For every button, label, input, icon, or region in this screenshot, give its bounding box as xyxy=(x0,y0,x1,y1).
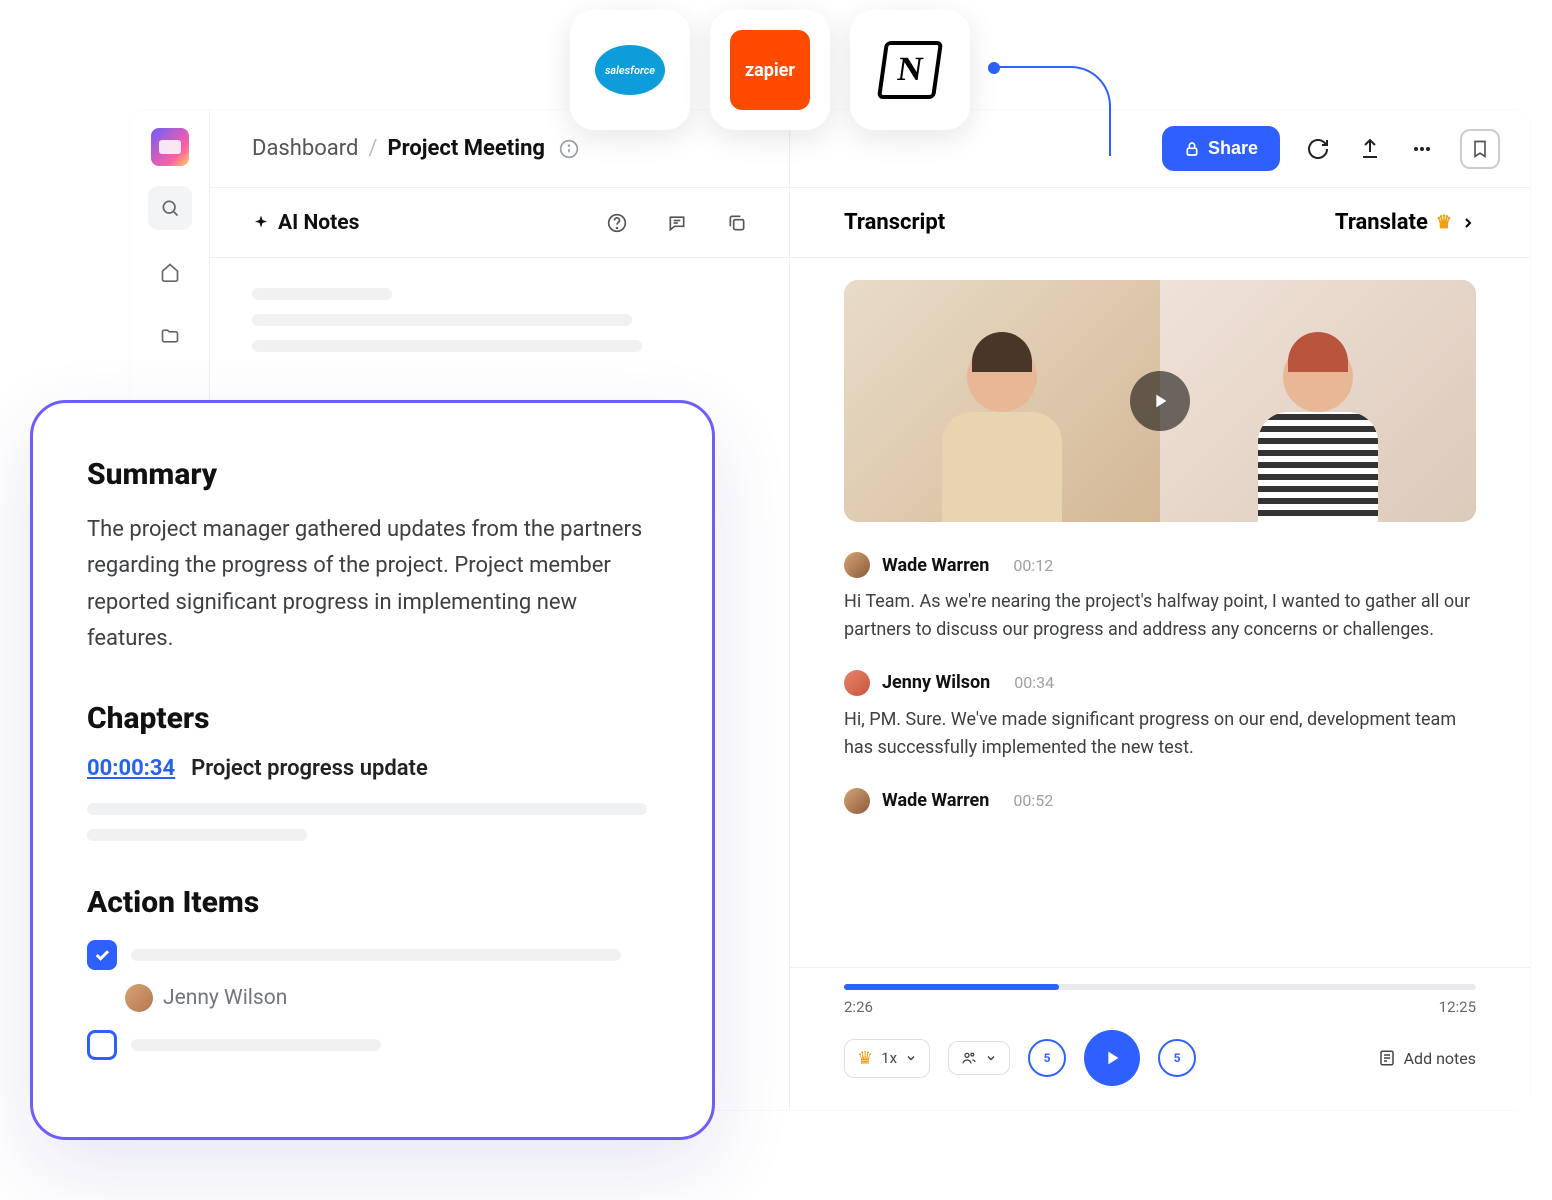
skeleton-line xyxy=(87,829,307,841)
sidebar-folder[interactable] xyxy=(148,314,192,358)
play-icon xyxy=(1149,390,1171,412)
video-play-button[interactable] xyxy=(1130,371,1190,431)
transcript-entry[interactable]: Jenny Wilson 00:34 Hi, PM. Sure. We've m… xyxy=(844,670,1476,762)
help-icon[interactable] xyxy=(607,213,627,233)
play-button[interactable] xyxy=(1084,1030,1140,1086)
integration-salesforce: salesforce xyxy=(570,10,690,130)
action-item[interactable] xyxy=(87,1030,658,1060)
breadcrumb-root[interactable]: Dashboard xyxy=(252,136,358,161)
chapter-timestamp[interactable]: 00:00:34 xyxy=(87,756,175,781)
speaker-name: Wade Warren xyxy=(882,555,989,576)
more-button[interactable] xyxy=(1408,135,1436,163)
speaker-selector[interactable] xyxy=(948,1041,1010,1075)
chapter-label: Project progress update xyxy=(191,756,428,781)
time-total: 12:25 xyxy=(1439,998,1476,1016)
copy-icon[interactable] xyxy=(727,213,747,233)
skeleton-line xyxy=(87,803,647,815)
skeleton-line xyxy=(252,288,392,300)
notes-body xyxy=(210,258,789,396)
transcript-entry[interactable]: Wade Warren 00:52 xyxy=(844,788,1476,814)
sparkle-icon xyxy=(252,214,270,232)
translate-button[interactable]: Translate ♛ xyxy=(1335,210,1476,235)
progress-bar[interactable] xyxy=(844,984,1476,990)
play-icon xyxy=(1101,1047,1123,1069)
chat-icon[interactable] xyxy=(667,213,687,233)
transcript-body: Wade Warren 00:12 Hi Team. As we're near… xyxy=(790,258,1530,862)
sidebar-home[interactable] xyxy=(148,250,192,294)
chapter-item[interactable]: 00:00:34 Project progress update xyxy=(87,756,658,781)
speaker-name: Wade Warren xyxy=(882,790,989,811)
avatar xyxy=(844,552,870,578)
skeleton-line xyxy=(252,314,632,326)
app-logo[interactable] xyxy=(151,128,189,166)
add-notes-button[interactable]: Add notes xyxy=(1378,1049,1476,1068)
note-icon xyxy=(1378,1049,1396,1067)
skip-forward-button[interactable]: 5 xyxy=(1158,1039,1196,1077)
share-button[interactable]: Share xyxy=(1162,126,1280,171)
refresh-button[interactable] xyxy=(1304,135,1332,163)
skeleton-line xyxy=(131,1039,381,1051)
timestamp[interactable]: 00:52 xyxy=(1013,791,1053,810)
chevron-down-icon xyxy=(905,1052,917,1064)
crown-icon: ♛ xyxy=(857,1048,873,1069)
action-assignee[interactable]: Jenny Wilson xyxy=(125,984,658,1012)
chevron-right-icon xyxy=(1460,215,1476,231)
video-participant-2 xyxy=(1160,280,1476,522)
avatar xyxy=(844,788,870,814)
action-items-title: Action Items xyxy=(87,885,658,920)
bookmark-button[interactable] xyxy=(1460,129,1500,169)
export-button[interactable] xyxy=(1356,135,1384,163)
transcript-entry[interactable]: Wade Warren 00:12 Hi Team. As we're near… xyxy=(844,552,1476,644)
home-icon xyxy=(160,262,180,282)
notion-icon: N xyxy=(877,41,943,99)
timestamp[interactable]: 00:12 xyxy=(1013,556,1053,575)
timestamp[interactable]: 00:34 xyxy=(1014,673,1054,692)
checkbox-unchecked[interactable] xyxy=(87,1030,117,1060)
zapier-icon: zapier xyxy=(730,30,810,110)
skip-back-button[interactable]: 5 xyxy=(1028,1039,1066,1077)
people-icon xyxy=(961,1050,977,1066)
integration-notion: N xyxy=(850,10,970,130)
assignee-name: Jenny Wilson xyxy=(163,986,287,1010)
video-preview[interactable] xyxy=(844,280,1476,522)
summary-title: Summary xyxy=(87,457,658,492)
connector-dot xyxy=(988,62,1000,74)
time-elapsed: 2:26 xyxy=(844,998,873,1016)
checkbox-checked[interactable] xyxy=(87,940,117,970)
connector-line xyxy=(996,66,1111,156)
transcript-header: Transcript Translate ♛ xyxy=(790,188,1530,258)
check-icon xyxy=(93,946,111,964)
notes-tabs: AI Notes xyxy=(210,188,789,258)
action-item[interactable] xyxy=(87,940,658,970)
tab-transcript[interactable]: Transcript xyxy=(844,210,945,235)
salesforce-icon: salesforce xyxy=(595,45,665,95)
summary-card: Summary The project manager gathered upd… xyxy=(30,400,715,1140)
avatar xyxy=(125,984,153,1012)
speed-selector[interactable]: ♛ 1x xyxy=(844,1039,930,1078)
chevron-down-icon xyxy=(985,1052,997,1064)
speaker-name: Jenny Wilson xyxy=(882,672,990,693)
transcript-text: Hi, PM. Sure. We've made significant pro… xyxy=(844,706,1476,762)
transcript-column: Share Transcript Translate ♛ xyxy=(790,110,1530,1110)
integration-zapier: zapier xyxy=(710,10,830,130)
avatar xyxy=(844,670,870,696)
chapters-title: Chapters xyxy=(87,701,658,736)
progress-fill xyxy=(844,984,1059,990)
transcript-text: Hi Team. As we're nearing the project's … xyxy=(844,588,1476,644)
search-icon xyxy=(160,198,180,218)
breadcrumb-sep: / xyxy=(368,136,377,161)
info-icon[interactable] xyxy=(559,139,579,159)
skeleton-line xyxy=(252,340,642,352)
tab-ai-notes[interactable]: AI Notes xyxy=(252,211,359,235)
skeleton-line xyxy=(131,949,621,961)
crown-icon: ♛ xyxy=(1436,212,1452,233)
sidebar-search[interactable] xyxy=(148,186,192,230)
integration-badges: salesforce zapier N xyxy=(570,10,970,130)
folder-icon xyxy=(160,326,180,346)
summary-body: The project manager gathered updates fro… xyxy=(87,512,658,657)
breadcrumb-current: Project Meeting xyxy=(387,136,545,161)
video-participant-1 xyxy=(844,280,1160,522)
lock-icon xyxy=(1184,141,1200,157)
player-bar: 2:26 12:25 ♛ 1x 5 5 xyxy=(790,967,1530,1110)
